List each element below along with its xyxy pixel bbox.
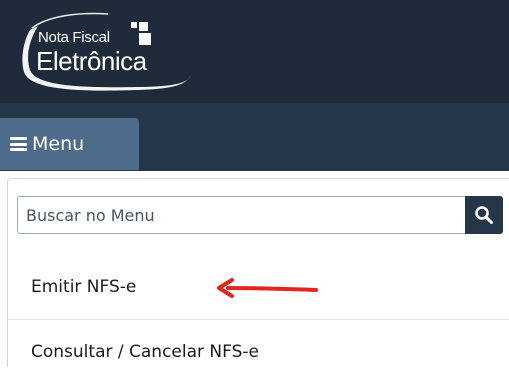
logo-text-top: Nota Fiscal — [38, 29, 110, 46]
menu-search-input[interactable] — [17, 196, 465, 234]
menu-item-label: Emitir NFS-e — [31, 276, 137, 297]
menu-dropdown: Emitir NFS-e Consultar / Cancelar NFS-e — [7, 178, 509, 367]
menu-toggle-button[interactable]: Menu — [0, 118, 139, 170]
search-icon — [475, 206, 493, 224]
logo-text-main: Eletrônica — [36, 46, 147, 76]
menu-item-consultar-cancelar-nfse[interactable]: Consultar / Cancelar NFS-e — [8, 321, 509, 368]
red-arrow-icon — [217, 278, 318, 298]
menu-bar: Menu — [0, 103, 509, 171]
menu-search — [17, 196, 503, 234]
site-header: Nota Fiscal Eletrônica — [0, 0, 509, 103]
menu-button-label: Menu — [32, 133, 85, 155]
app-root: Nota Fiscal Eletrônica Menu Emitir NFS-e — [0, 0, 509, 367]
hamburger-icon — [10, 137, 27, 151]
nfe-logo[interactable]: Nota Fiscal Eletrônica — [18, 10, 208, 98]
menu-search-button[interactable] — [465, 196, 503, 234]
menu-item-label: Consultar / Cancelar NFS-e — [31, 342, 259, 362]
